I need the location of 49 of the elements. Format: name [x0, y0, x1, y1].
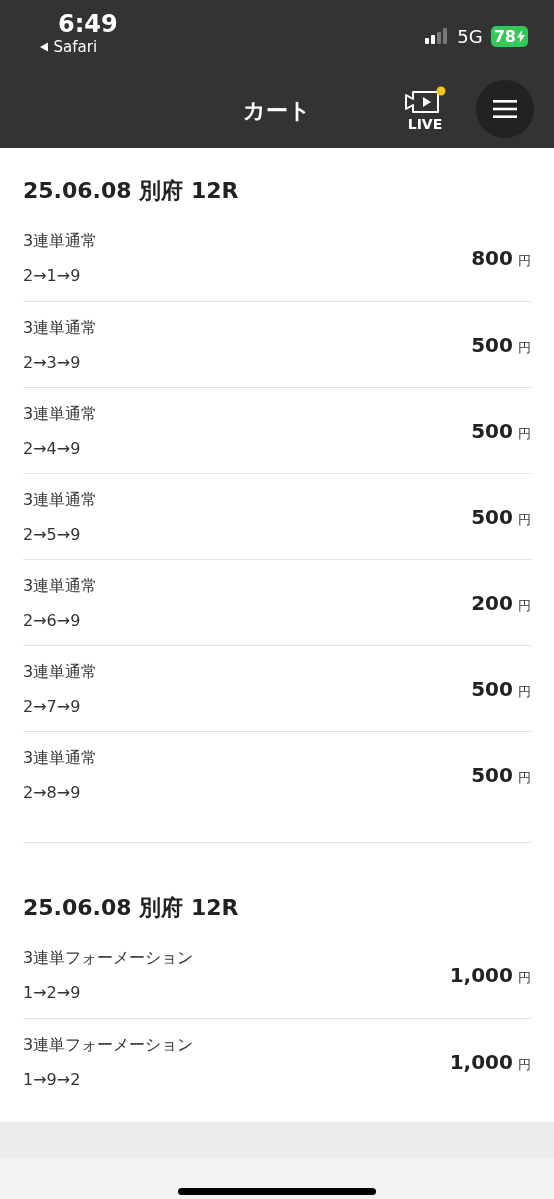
video-camera-icon [404, 86, 446, 116]
currency-unit: 円 [518, 511, 531, 527]
live-button[interactable]: LIVE [404, 86, 446, 132]
bet-type: 3連単通常 [23, 231, 98, 252]
menu-icon [493, 99, 517, 119]
clock-time: 6:49 [58, 10, 118, 38]
bet-combination: 2→5→9 [23, 524, 82, 544]
currency-unit: 円 [518, 683, 531, 699]
bet-amount: 800 [471, 246, 513, 270]
race-title: 25.06.08 別府 12R [23, 177, 240, 205]
bet-amount: 200 [471, 590, 513, 615]
bet-type: 3連単通常 [23, 575, 98, 597]
currency-unit: 円 [518, 1056, 531, 1072]
bet-type: 3連単フォーメーション [23, 1034, 194, 1056]
battery-level: 78 [490, 25, 528, 47]
bet-combination: 2→7→9 [23, 696, 82, 716]
bet-combination: 2→4→9 [23, 438, 82, 458]
bet-amount: 500 [471, 332, 513, 357]
bet-combination: 2→1→9 [23, 266, 82, 285]
currency-unit: 円 [518, 253, 531, 268]
network-label: 5G [457, 25, 483, 47]
bet-amount: 500 [471, 762, 513, 787]
bet-type: 3連単通常 [23, 317, 98, 339]
bet-amount: 1,000 [449, 1049, 513, 1074]
bet-amount: 500 [471, 418, 513, 443]
bet-amount: 500 [471, 676, 513, 701]
charging-bolt-icon [517, 29, 525, 43]
bet-combination: 2→3→9 [23, 352, 82, 372]
back-link[interactable]: Safari [38, 38, 98, 56]
bet-type: 3連単通常 [23, 661, 98, 683]
back-triangle-icon [38, 42, 49, 52]
race-title: 25.06.08 別府 12R [23, 894, 240, 922]
bet-amount: 500 [471, 504, 513, 529]
signal-icon [425, 28, 450, 44]
bet-combination: 1→9→2 [23, 1069, 82, 1089]
bet-type: 3連単通常 [23, 403, 98, 425]
bet-combination: 2→8→9 [23, 782, 82, 802]
bet-type: 3連単通常 [23, 489, 98, 511]
currency-unit: 円 [518, 970, 531, 985]
page-title: カート [243, 97, 311, 125]
bet-type: 3連単通常 [23, 747, 98, 769]
currency-unit: 円 [518, 339, 531, 355]
currency-unit: 円 [518, 425, 531, 441]
bet-combination: 2→6→9 [23, 610, 82, 630]
bet-type: 3連単フォーメーション [23, 948, 194, 969]
currency-unit: 円 [518, 769, 531, 785]
bet-amount: 1,000 [449, 963, 513, 987]
currency-unit: 円 [518, 597, 531, 613]
bet-combination: 1→2→9 [23, 983, 82, 1002]
